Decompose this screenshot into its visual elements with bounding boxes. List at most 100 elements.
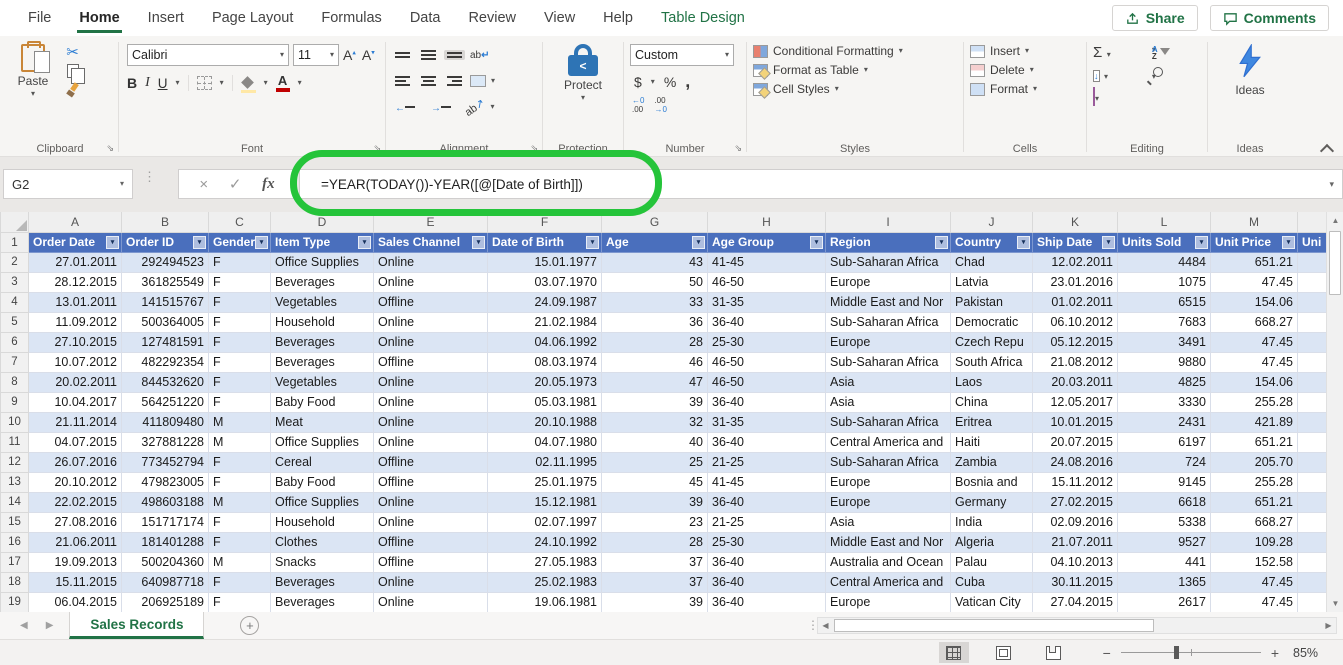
menu-tab-page-layout[interactable]: Page Layout bbox=[198, 0, 307, 36]
cell[interactable]: 15.01.1977 bbox=[488, 252, 602, 272]
insert-function-icon[interactable]: fx bbox=[262, 176, 275, 193]
cell-clipped[interactable] bbox=[1298, 312, 1327, 332]
cell[interactable]: Offline bbox=[374, 552, 488, 572]
cell[interactable]: M bbox=[209, 492, 271, 512]
cell[interactable]: 20.07.2015 bbox=[1033, 432, 1118, 452]
cell[interactable]: Europe bbox=[826, 332, 951, 352]
format-cells-button[interactable]: Format ▾ bbox=[970, 82, 1080, 96]
row-number[interactable]: 9 bbox=[1, 392, 29, 412]
column-header-A[interactable]: A bbox=[29, 212, 122, 232]
cell[interactable]: 21.08.2012 bbox=[1033, 352, 1118, 372]
menu-tab-view[interactable]: View bbox=[530, 0, 589, 36]
cell[interactable]: 12.05.2017 bbox=[1033, 392, 1118, 412]
cell-clipped[interactable] bbox=[1298, 352, 1327, 372]
column-header-I[interactable]: I bbox=[826, 212, 951, 232]
cell[interactable]: 651.21 bbox=[1211, 492, 1298, 512]
cell[interactable]: Baby Food bbox=[271, 392, 374, 412]
column-header-L[interactable]: L bbox=[1118, 212, 1211, 232]
cell[interactable]: 31-35 bbox=[708, 292, 826, 312]
cell[interactable]: 127481591 bbox=[122, 332, 209, 352]
row-number[interactable]: 17 bbox=[1, 552, 29, 572]
cell[interactable]: 39 bbox=[602, 392, 708, 412]
cell[interactable]: 47.45 bbox=[1211, 592, 1298, 612]
cell[interactable]: 41-45 bbox=[708, 252, 826, 272]
cell[interactable]: 28 bbox=[602, 532, 708, 552]
underline-button[interactable]: U bbox=[158, 76, 168, 91]
cell[interactable]: 21.02.1984 bbox=[488, 312, 602, 332]
cell[interactable]: Czech Repu bbox=[951, 332, 1033, 352]
cell[interactable]: Online bbox=[374, 512, 488, 532]
cell[interactable]: 27.04.2015 bbox=[1033, 592, 1118, 612]
cell[interactable]: 651.21 bbox=[1211, 432, 1298, 452]
cell[interactable]: Bosnia and bbox=[951, 472, 1033, 492]
cell[interactable]: 668.27 bbox=[1211, 312, 1298, 332]
cell[interactable]: Beverages bbox=[271, 572, 374, 592]
filter-button[interactable]: ▾ bbox=[193, 236, 206, 249]
font-color-button[interactable]: A bbox=[276, 74, 290, 92]
cell[interactable]: 421.89 bbox=[1211, 412, 1298, 432]
wrap-text-button[interactable]: ab↵ bbox=[470, 50, 490, 61]
cell[interactable]: Europe bbox=[826, 592, 951, 612]
column-header-D[interactable]: D bbox=[271, 212, 374, 232]
cell[interactable]: 47.45 bbox=[1211, 332, 1298, 352]
cell[interactable]: Australia and Ocean bbox=[826, 552, 951, 572]
normal-view-button[interactable] bbox=[939, 642, 969, 663]
enter-icon[interactable]: ✓ bbox=[229, 175, 242, 193]
page-layout-view-button[interactable] bbox=[989, 642, 1019, 663]
cell[interactable]: Asia bbox=[826, 512, 951, 532]
table-header-cell[interactable]: Date of Birth▾ bbox=[488, 232, 602, 252]
cell[interactable]: Central America and bbox=[826, 572, 951, 592]
cell[interactable]: 01.02.2011 bbox=[1033, 292, 1118, 312]
increase-decimal-button[interactable]: ←0.00 bbox=[632, 97, 644, 115]
clear-button[interactable]: ▾ bbox=[1093, 88, 1142, 106]
column-header-clipped[interactable] bbox=[1298, 212, 1327, 232]
tabbar-handle[interactable]: ⋮ bbox=[807, 622, 817, 629]
cell[interactable]: 21.06.2011 bbox=[29, 532, 122, 552]
filter-button[interactable]: ▾ bbox=[106, 236, 119, 249]
cell[interactable]: 10.01.2015 bbox=[1033, 412, 1118, 432]
menu-tab-review[interactable]: Review bbox=[454, 0, 530, 36]
align-left-button[interactable] bbox=[392, 74, 413, 88]
row-number[interactable]: 5 bbox=[1, 312, 29, 332]
cell[interactable]: Germany bbox=[951, 492, 1033, 512]
cell[interactable]: 05.03.1981 bbox=[488, 392, 602, 412]
cell-clipped[interactable] bbox=[1298, 552, 1327, 572]
cell-clipped[interactable] bbox=[1298, 292, 1327, 312]
cell[interactable]: Office Supplies bbox=[271, 252, 374, 272]
cell[interactable]: 154.06 bbox=[1211, 292, 1298, 312]
table-header-cell[interactable]: Sales Channel▾ bbox=[374, 232, 488, 252]
cell[interactable]: Online bbox=[374, 492, 488, 512]
cell[interactable]: Offline bbox=[374, 472, 488, 492]
menu-tab-formulas[interactable]: Formulas bbox=[307, 0, 395, 36]
table-header-cell[interactable]: Units Sold▾ bbox=[1118, 232, 1211, 252]
cell[interactable]: Sub-Saharan Africa bbox=[826, 252, 951, 272]
cell[interactable]: 20.05.1973 bbox=[488, 372, 602, 392]
cell[interactable]: Offline bbox=[374, 352, 488, 372]
cell[interactable]: 498603188 bbox=[122, 492, 209, 512]
cell[interactable]: Snacks bbox=[271, 552, 374, 572]
row-number[interactable]: 7 bbox=[1, 352, 29, 372]
cell[interactable]: 02.09.2016 bbox=[1033, 512, 1118, 532]
ideas-button[interactable]: Ideas bbox=[1225, 40, 1275, 97]
cell[interactable]: 25-30 bbox=[708, 332, 826, 352]
cell[interactable]: 411809480 bbox=[122, 412, 209, 432]
cell[interactable]: 21.07.2011 bbox=[1033, 532, 1118, 552]
cell[interactable]: Online bbox=[374, 332, 488, 352]
cell[interactable]: Zambia bbox=[951, 452, 1033, 472]
row-number[interactable]: 8 bbox=[1, 372, 29, 392]
row-number[interactable]: 15 bbox=[1, 512, 29, 532]
cell-clipped[interactable] bbox=[1298, 472, 1327, 492]
cell[interactable]: Online bbox=[374, 572, 488, 592]
cell-clipped[interactable] bbox=[1298, 452, 1327, 472]
cell[interactable]: 04.07.1980 bbox=[488, 432, 602, 452]
cell[interactable]: 20.02.2011 bbox=[29, 372, 122, 392]
cell[interactable]: 11.09.2012 bbox=[29, 312, 122, 332]
cell[interactable]: 25 bbox=[602, 452, 708, 472]
cell[interactable]: Beverages bbox=[271, 352, 374, 372]
cell[interactable]: 255.28 bbox=[1211, 472, 1298, 492]
cell[interactable]: 21-25 bbox=[708, 452, 826, 472]
cell[interactable]: 25-30 bbox=[708, 532, 826, 552]
cell[interactable]: Clothes bbox=[271, 532, 374, 552]
autosum-button[interactable]: Σ ▾ bbox=[1093, 44, 1142, 62]
cell[interactable]: Europe bbox=[826, 272, 951, 292]
